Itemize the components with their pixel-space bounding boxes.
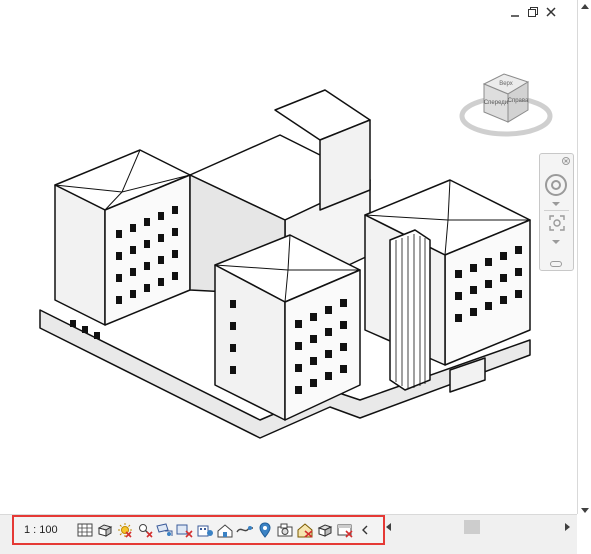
scroll-right-arrow-icon[interactable] xyxy=(565,523,570,531)
viewcube-front-face: Спереди xyxy=(484,100,508,106)
view-scale-button[interactable]: 1 : 100 xyxy=(24,524,76,536)
visual-style-icon[interactable] xyxy=(96,522,113,539)
highlight-displacement-icon[interactable] xyxy=(296,522,313,539)
scroll-up-arrow-icon[interactable] xyxy=(581,4,589,9)
3d-viewport[interactable]: Верх Спереди Справа xyxy=(0,0,578,514)
crop-view-icon[interactable] xyxy=(156,522,173,539)
viewcube[interactable]: Верх Спереди Справа xyxy=(458,66,554,142)
viewcube-top-face: Верх xyxy=(499,81,513,87)
detail-level-icon[interactable] xyxy=(76,522,93,539)
restore-icon[interactable] xyxy=(527,6,539,18)
viewcube-right-face: Справа xyxy=(508,98,529,104)
lock-view-icon[interactable] xyxy=(356,522,373,539)
navigation-bar xyxy=(539,153,574,271)
scroll-thumb[interactable] xyxy=(464,520,480,534)
scroll-down-arrow-icon[interactable] xyxy=(581,508,589,513)
reveal-constraints-icon[interactable] xyxy=(316,522,333,539)
drag-handle[interactable] xyxy=(550,261,562,267)
view-control-bar: 1 : 100 xyxy=(12,515,385,545)
divider xyxy=(544,210,569,211)
temporary-hide-isolate-icon[interactable] xyxy=(216,522,233,539)
vertical-scrollbar[interactable] xyxy=(578,0,591,520)
save-orientation-icon[interactable] xyxy=(336,522,353,539)
close-icon[interactable] xyxy=(545,6,557,18)
window-controls xyxy=(509,6,557,18)
show-crop-region-icon[interactable] xyxy=(176,522,193,539)
temporary-view-properties-icon[interactable] xyxy=(256,522,273,539)
shadows-icon[interactable] xyxy=(136,522,153,539)
horizontal-scrollbar[interactable] xyxy=(386,519,576,535)
reveal-hidden-elements-icon[interactable] xyxy=(236,522,253,539)
sun-path-icon[interactable] xyxy=(116,522,133,539)
zoom-extents-icon[interactable] xyxy=(548,214,566,232)
steering-wheel-icon[interactable] xyxy=(545,174,567,196)
close-icon[interactable] xyxy=(562,157,570,165)
chevron-down-icon[interactable] xyxy=(552,240,560,244)
analytical-model-icon[interactable] xyxy=(276,522,293,539)
scroll-left-arrow-icon[interactable] xyxy=(386,523,391,531)
minimize-icon[interactable] xyxy=(509,6,521,18)
unlock-3d-view-icon[interactable] xyxy=(196,522,213,539)
chevron-down-icon[interactable] xyxy=(552,202,560,206)
